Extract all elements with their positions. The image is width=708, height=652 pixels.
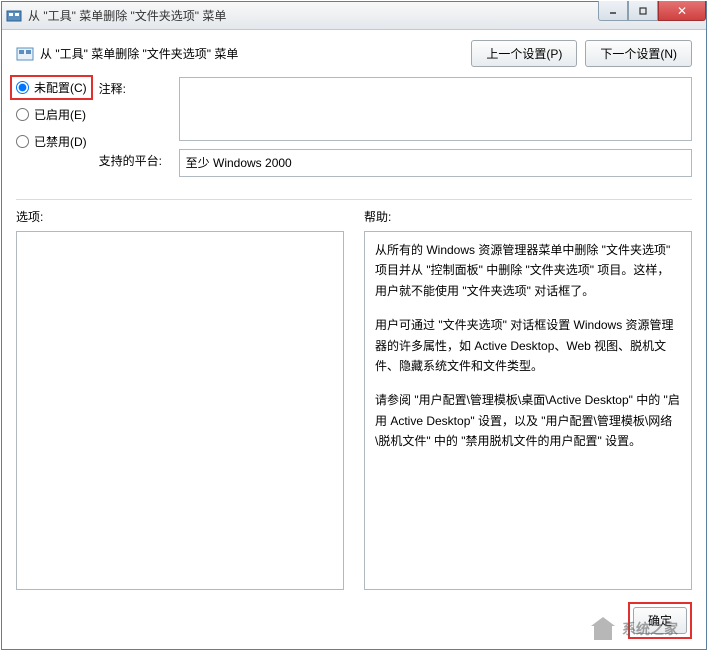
prev-setting-button[interactable]: 上一个设置(P): [471, 40, 577, 67]
maximize-button[interactable]: [628, 1, 658, 21]
dialog-window: 从 "工具" 菜单删除 "文件夹选项" 菜单 ✕ 从 "工具" 菜单删除 "文件…: [1, 1, 707, 650]
platform-value: 至少 Windows 2000: [179, 149, 692, 177]
comment-textarea[interactable]: [179, 77, 692, 141]
titlebar[interactable]: 从 "工具" 菜单删除 "文件夹选项" 菜单 ✕: [2, 2, 706, 30]
radio-enabled-label: 已启用(E): [34, 106, 86, 123]
help-paragraph: 从所有的 Windows 资源管理器菜单中删除 "文件夹选项" 项目并从 "控制…: [375, 240, 681, 301]
help-label: 帮助:: [364, 208, 692, 225]
radio-disabled-input[interactable]: [16, 135, 29, 148]
close-button[interactable]: ✕: [658, 1, 706, 21]
app-icon: [6, 8, 22, 24]
footer: 确定: [16, 590, 692, 639]
help-paragraph: 用户可通过 "文件夹选项" 对话框设置 Windows 资源管理器的许多属性，如…: [375, 315, 681, 376]
header-row: 从 "工具" 菜单删除 "文件夹选项" 菜单 上一个设置(P) 下一个设置(N): [16, 40, 692, 67]
radio-not-configured[interactable]: 未配置(C): [10, 75, 93, 100]
state-radio-group: 未配置(C) 已启用(E) 已禁用(D): [16, 77, 87, 150]
window-controls: ✕: [598, 1, 706, 21]
help-paragraph: 请参阅 "用户配置\管理模板\桌面\Active Desktop" 中的 "启用…: [375, 390, 681, 451]
radio-not-configured-input[interactable]: [16, 81, 29, 94]
platform-label: 支持的平台:: [99, 149, 171, 169]
radio-disabled-label: 已禁用(D): [34, 133, 87, 150]
options-panel[interactable]: [16, 231, 344, 590]
divider: [16, 199, 692, 200]
radio-not-configured-label: 未配置(C): [34, 79, 87, 96]
dialog-content: 从 "工具" 菜单删除 "文件夹选项" 菜单 上一个设置(P) 下一个设置(N)…: [2, 30, 706, 649]
help-panel[interactable]: 从所有的 Windows 资源管理器菜单中删除 "文件夹选项" 项目并从 "控制…: [364, 231, 692, 590]
options-label: 选项:: [16, 208, 344, 225]
ok-button[interactable]: 确定: [633, 607, 687, 634]
radio-disabled[interactable]: 已禁用(D): [16, 133, 87, 150]
minimize-button[interactable]: [598, 1, 628, 21]
policy-title: 从 "工具" 菜单删除 "文件夹选项" 菜单: [40, 45, 238, 62]
policy-icon: [16, 45, 34, 63]
radio-enabled[interactable]: 已启用(E): [16, 106, 87, 123]
next-setting-button[interactable]: 下一个设置(N): [585, 40, 692, 67]
radio-enabled-input[interactable]: [16, 108, 29, 121]
comment-label: 注释:: [99, 77, 171, 97]
